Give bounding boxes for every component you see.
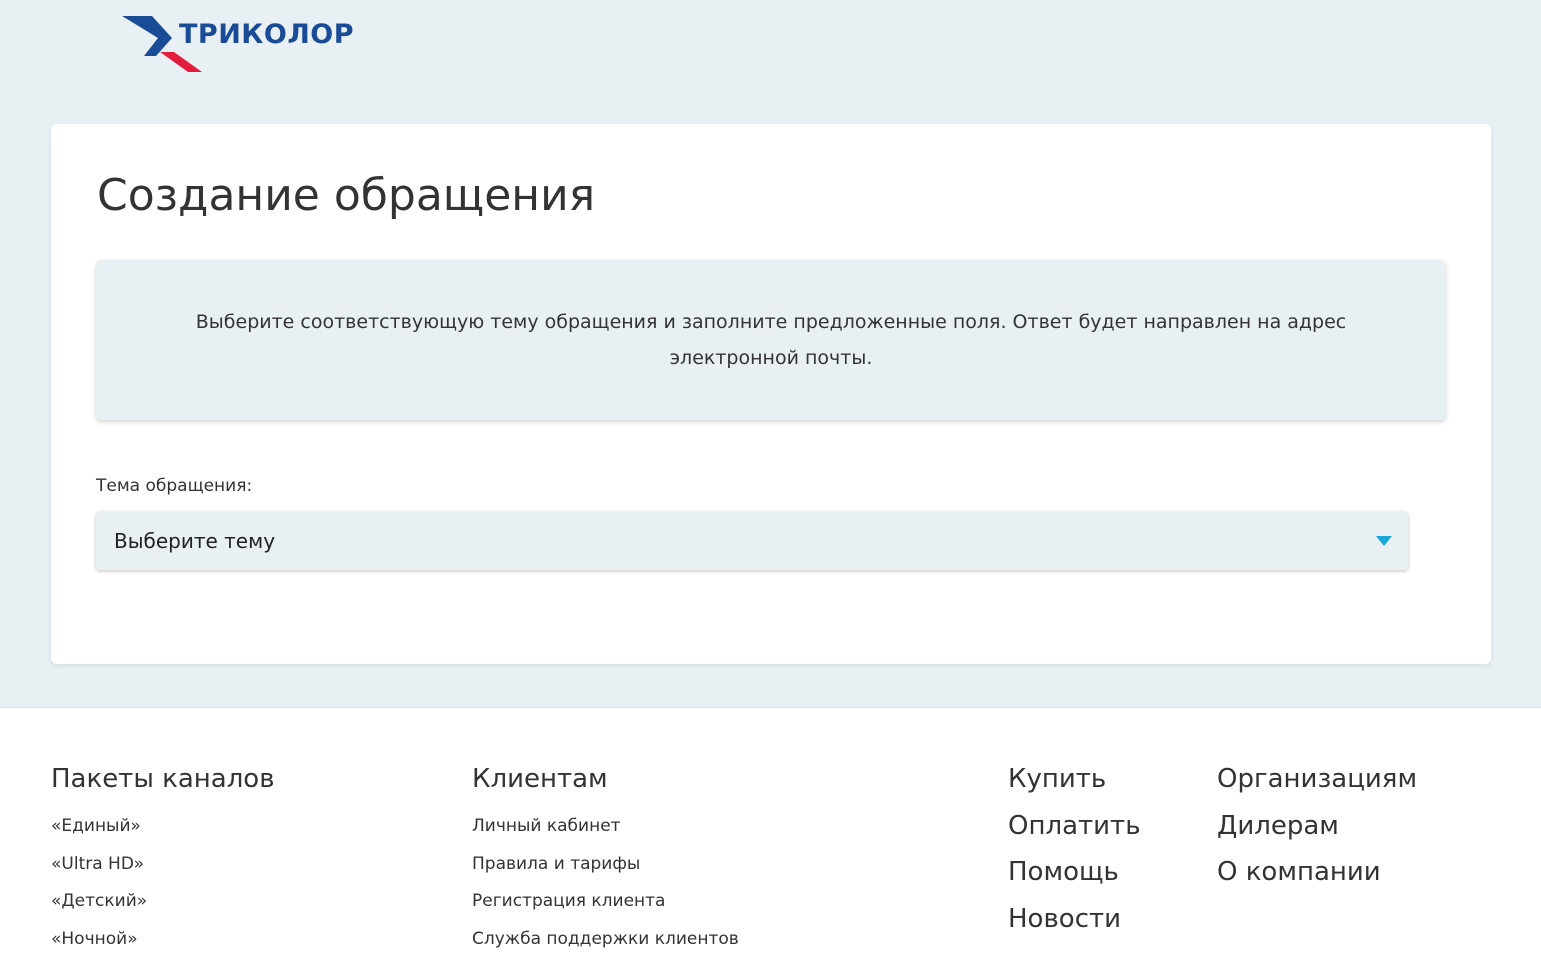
footer-link-about[interactable]: О компании	[1217, 857, 1417, 904]
footer-link-package[interactable]: «Ultra HD»	[51, 854, 275, 892]
footer-link-news[interactable]: Новости	[1008, 904, 1141, 951]
info-notice-text: Выберите соответствующую тему обращения …	[195, 311, 1347, 369]
topic-select-value: Выберите тему	[114, 529, 276, 553]
topic-select[interactable]: Выберите тему	[96, 512, 1408, 570]
footer-link-dealers[interactable]: Дилерам	[1217, 811, 1417, 858]
request-form-card: Создание обращения Выберите соответствую…	[51, 124, 1491, 664]
footer-link-package[interactable]: «Ночной»	[51, 929, 275, 965]
topic-label: Тема обращения:	[96, 476, 253, 496]
caret-down-icon[interactable]	[1376, 536, 1392, 546]
footer-link-package[interactable]: «Единый»	[51, 816, 275, 854]
footer-link-client[interactable]: Регистрация клиента	[472, 891, 739, 929]
footer: Пакеты каналов «Единый» «Ultra HD» «Детс…	[0, 707, 1541, 965]
info-notice: Выберите соответствующую тему обращения …	[96, 260, 1446, 420]
footer-org-links: Организациям Дилерам О компании	[1217, 764, 1417, 904]
logo-text: ТРИКОЛОР	[179, 19, 354, 50]
footer-link-client[interactable]: Правила и тарифы	[472, 854, 739, 892]
footer-packages: Пакеты каналов «Единый» «Ultra HD» «Детс…	[51, 764, 275, 965]
footer-clients: Клиентам Личный кабинет Правила и тарифы…	[472, 764, 739, 965]
page-title: Создание обращения	[97, 170, 596, 221]
footer-packages-title[interactable]: Пакеты каналов	[51, 764, 275, 794]
footer-link-buy[interactable]: Купить	[1008, 764, 1141, 811]
footer-link-organizations[interactable]: Организациям	[1217, 764, 1417, 811]
footer-link-client[interactable]: Служба поддержки клиентов	[472, 929, 739, 965]
page: ТРИКОЛОР Создание обращения Выберите соо…	[0, 0, 1541, 965]
footer-link-help[interactable]: Помощь	[1008, 857, 1141, 904]
footer-clients-title[interactable]: Клиентам	[472, 764, 739, 794]
tricolor-logo[interactable]: ТРИКОЛОР	[122, 14, 354, 74]
footer-link-pay[interactable]: Оплатить	[1008, 811, 1141, 858]
footer-link-client[interactable]: Личный кабинет	[472, 816, 739, 854]
footer-main-links: Купить Оплатить Помощь Новости	[1008, 764, 1141, 950]
footer-link-package[interactable]: «Детский»	[51, 891, 275, 929]
